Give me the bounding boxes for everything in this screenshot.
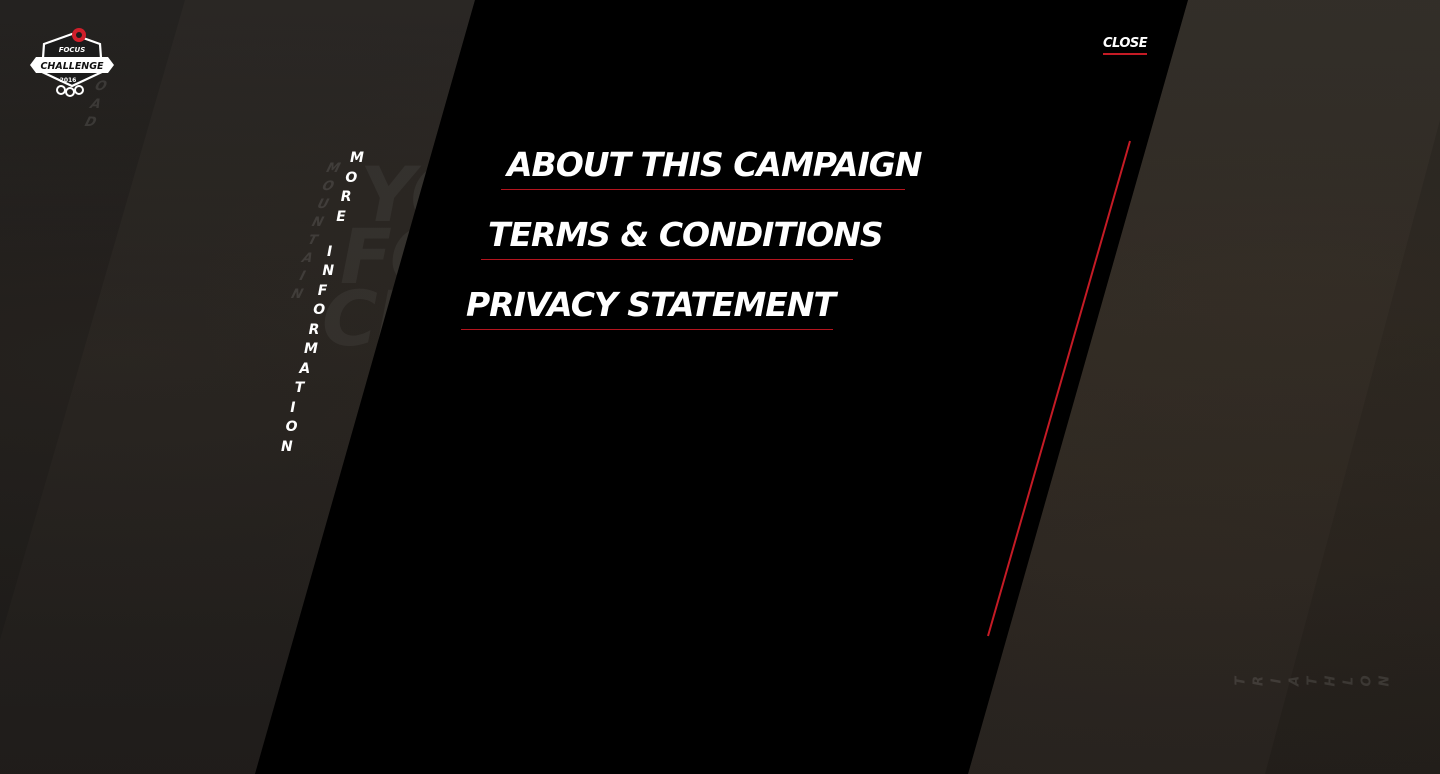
- privacy-statement-underline: [461, 329, 833, 330]
- menu-overlay: YO FO CH MOUNTAIN ROAD TRIATHLON FOCUS C…: [0, 0, 1440, 774]
- triathlon-vertical-label: TRIATHLON: [1233, 675, 1397, 687]
- background-letter: R: [1251, 676, 1267, 687]
- logo-badge-icon: FOCUS CHALLENGE 2016: [30, 28, 114, 97]
- more-information-letter: F: [317, 282, 328, 299]
- more-information-letter: N: [322, 263, 335, 279]
- more-information-letter: E: [336, 208, 346, 225]
- about-campaign-underline: [501, 189, 905, 190]
- menu-link-about-campaign[interactable]: ABOUT THIS CAMPAIGN: [507, 148, 922, 181]
- more-information-letter: I: [327, 243, 333, 260]
- more-information-letter: O: [313, 302, 326, 318]
- more-information-letter: M: [304, 341, 318, 357]
- background-letter: T: [1305, 676, 1321, 686]
- more-information-letter: R: [340, 189, 352, 205]
- close-button[interactable]: CLOSE: [1103, 36, 1148, 55]
- background-letter: A: [1287, 675, 1303, 687]
- background-letter: H: [1323, 675, 1339, 687]
- more-information-letter: N: [281, 438, 293, 455]
- more-information-letter: I: [290, 399, 296, 416]
- menu-link-privacy-statement[interactable]: PRIVACY STATEMENT: [466, 288, 836, 321]
- more-information-letter: O: [345, 169, 358, 186]
- more-information-letter: A: [299, 360, 311, 377]
- background-letter: T: [1233, 676, 1249, 686]
- more-information-letter: T: [294, 380, 305, 396]
- background-letter: L: [1341, 676, 1357, 686]
- background-letter: O: [1359, 675, 1375, 687]
- menu-link-terms-conditions[interactable]: TERMS & CONDITIONS: [488, 218, 884, 251]
- terms-conditions-underline: [481, 259, 853, 260]
- logo-year-text: 2016: [60, 77, 77, 84]
- focus-challenge-logo[interactable]: FOCUS CHALLENGE 2016: [30, 26, 114, 98]
- more-information-letter: M: [350, 150, 364, 166]
- background-letter: I: [1269, 678, 1285, 684]
- logo-brand-text: FOCUS: [59, 46, 86, 54]
- logo-title-text: CHALLENGE: [40, 61, 104, 72]
- background-letter: N: [1377, 675, 1393, 687]
- more-information-letter: O: [285, 419, 298, 435]
- more-information-letter: R: [308, 321, 320, 338]
- more-information-label: MOREINFORMATION: [258, 143, 364, 463]
